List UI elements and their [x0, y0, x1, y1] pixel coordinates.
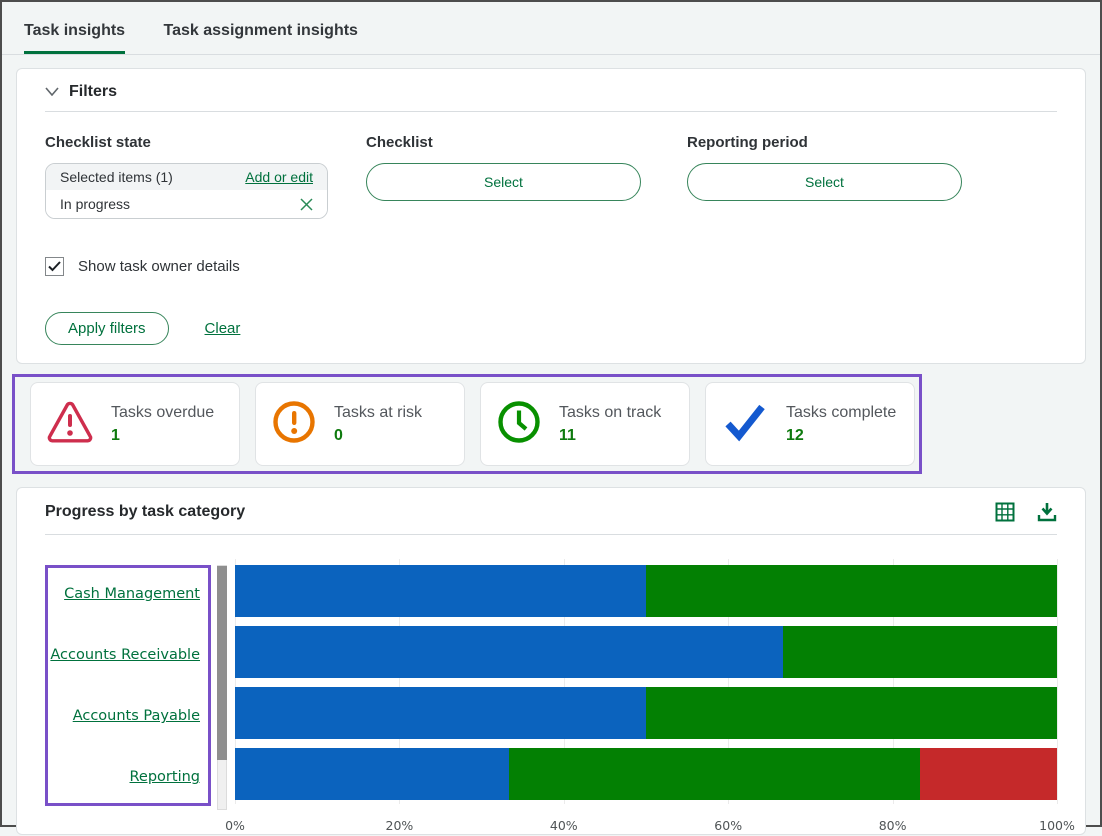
- check-icon: [722, 402, 768, 447]
- category-link-accounts-payable[interactable]: Accounts Payable: [73, 708, 200, 724]
- reporting-period-select-button[interactable]: Select: [687, 163, 962, 201]
- show-task-owner-row: Show task owner details: [45, 257, 1057, 276]
- x-axis: 0% 20% 40% 60% 80% 100%: [225, 818, 1075, 836]
- checklist-state-box: Selected items (1) Add or edit In progre…: [45, 163, 328, 219]
- stat-label: Tasks on track: [559, 403, 662, 421]
- clear-filters-link[interactable]: Clear: [205, 320, 241, 337]
- apply-filters-button[interactable]: Apply filters: [45, 312, 169, 345]
- reporting-period-filter: Reporting period Select: [687, 134, 962, 219]
- clock-icon: [497, 400, 541, 449]
- chart-scrollbar-thumb[interactable]: [217, 566, 227, 761]
- show-task-owner-label: Show task owner details: [78, 258, 240, 275]
- show-task-owner-checkbox[interactable]: [45, 257, 64, 276]
- x-axis-tick: 100%: [1039, 818, 1075, 833]
- category-link-cash-management[interactable]: Cash Management: [64, 586, 200, 602]
- bar-segment-green: [508, 748, 920, 800]
- filter-row: Checklist state Selected items (1) Add o…: [45, 134, 1057, 219]
- bar-segment-blue: [235, 626, 784, 678]
- reporting-period-label: Reporting period: [687, 134, 808, 151]
- progress-chart-panel: Progress by task category Cash Managemen…: [16, 487, 1086, 835]
- stat-label: Tasks at risk: [334, 403, 423, 421]
- bar-row: [235, 687, 1057, 739]
- category-link-accounts-receivable[interactable]: Accounts Receivable: [50, 647, 200, 663]
- selected-item-label: In progress: [60, 196, 131, 212]
- bar-segment-red: [919, 748, 1057, 800]
- stat-value: 12: [786, 426, 804, 444]
- filters-header[interactable]: Filters: [45, 83, 1057, 112]
- stat-value: 0: [334, 426, 343, 444]
- bar-segment-green: [646, 565, 1057, 617]
- table-view-icon[interactable]: [995, 502, 1015, 522]
- selected-items-header: Selected items (1) Add or edit: [46, 164, 327, 190]
- filter-actions: Apply filters Clear: [45, 312, 1057, 345]
- selected-item-row: In progress: [46, 190, 327, 218]
- category-row: Cash Management: [52, 568, 200, 620]
- stat-card-tasks-complete: Tasks complete 12: [705, 382, 915, 466]
- x-axis-tick: 60%: [714, 818, 743, 833]
- checklist-state-filter: Checklist state Selected items (1) Add o…: [45, 134, 328, 219]
- stat-value: 11: [559, 426, 576, 444]
- checklist-filter: Checklist Select: [366, 134, 641, 219]
- gridline: [1057, 559, 1058, 804]
- bar-segment-green: [783, 626, 1057, 678]
- x-axis-tick: 0%: [225, 818, 245, 833]
- chart-title: Progress by task category: [45, 503, 246, 520]
- alert-circle-icon: [272, 400, 316, 449]
- bar-segment-green: [646, 687, 1057, 739]
- bar-segment-blue: [235, 565, 646, 617]
- tab-bar: Task insights Task assignment insights: [2, 2, 1100, 55]
- stat-card-tasks-overdue: Tasks overdue 1: [30, 382, 240, 466]
- filters-panel: Filters Checklist state Selected items (…: [16, 68, 1086, 364]
- chart-header: Progress by task category: [45, 502, 1057, 535]
- category-row: Accounts Receivable: [50, 629, 200, 681]
- stat-cards-highlight-box: Tasks overdue 1 Tasks at risk 0 Tasks on…: [12, 374, 922, 474]
- checklist-state-label: Checklist state: [45, 134, 151, 151]
- bar-row: [235, 565, 1057, 617]
- x-axis-tick: 40%: [549, 818, 578, 833]
- category-row: Reporting: [52, 751, 201, 803]
- category-labels-highlight-box: Cash Management Accounts Receivable Acco…: [45, 565, 211, 806]
- x-axis-tick: 20%: [385, 818, 414, 833]
- tab-task-assignment-insights[interactable]: Task assignment insights: [164, 22, 358, 54]
- warning-triangle-icon: [47, 401, 93, 448]
- download-icon[interactable]: [1037, 502, 1057, 522]
- stat-label: Tasks complete: [786, 403, 897, 421]
- stat-card-tasks-at-risk: Tasks at risk 0: [255, 382, 465, 466]
- bar-row: [235, 626, 1057, 678]
- stat-card-tasks-on-track: Tasks on track 11: [480, 382, 690, 466]
- x-axis-tick: 80%: [878, 818, 907, 833]
- chart-actions: [995, 502, 1057, 522]
- stat-cards-row: Tasks overdue 1 Tasks at risk 0 Tasks on…: [30, 382, 915, 466]
- add-or-edit-link[interactable]: Add or edit: [245, 169, 313, 185]
- filters-title: Filters: [69, 83, 118, 100]
- selected-items-count: Selected items (1): [60, 169, 173, 185]
- bar-segment-blue: [235, 748, 509, 800]
- chart-scrollbar: [217, 565, 227, 810]
- checklist-select-button[interactable]: Select: [366, 163, 641, 201]
- tab-task-insights[interactable]: Task insights: [24, 22, 126, 54]
- stat-value: 1: [111, 426, 120, 444]
- bar-row: [235, 748, 1057, 800]
- checklist-label: Checklist: [366, 134, 433, 151]
- chart-body: Cash Management Accounts Receivable Acco…: [45, 559, 1058, 810]
- chevron-down-icon[interactable]: [45, 83, 59, 101]
- category-row: Accounts Payable: [52, 690, 200, 742]
- bar-segment-blue: [235, 687, 646, 739]
- category-link-reporting[interactable]: Reporting: [130, 769, 201, 785]
- stat-label: Tasks overdue: [111, 403, 215, 421]
- remove-item-icon[interactable]: [300, 197, 313, 211]
- plot-area: [235, 559, 1058, 804]
